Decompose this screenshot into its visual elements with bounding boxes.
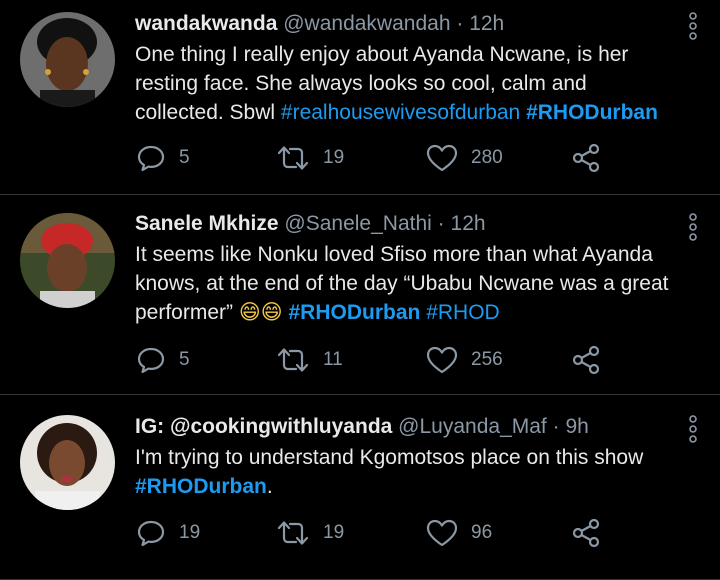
separator: · <box>552 415 560 438</box>
heart-icon <box>425 344 459 376</box>
share-button[interactable] <box>570 517 602 549</box>
display-name[interactable]: Sanele Mkhize <box>135 212 279 235</box>
reply-button[interactable]: 5 <box>135 344 190 376</box>
hashtag-link[interactable]: #realhousewivesofdurban <box>281 101 520 124</box>
reply-button[interactable]: 5 <box>135 142 190 174</box>
avatar[interactable] <box>20 12 115 107</box>
like-count: 256 <box>471 349 503 370</box>
tweet-text: It seems like Nonku loved Sfiso more tha… <box>135 240 676 327</box>
retweet-button[interactable]: 19 <box>275 142 344 174</box>
timestamp[interactable]: 12h <box>469 12 504 35</box>
tweet-actions: 5 11 256 <box>135 344 605 376</box>
tweet-actions: 5 19 280 <box>135 142 605 174</box>
like-button[interactable]: 96 <box>425 517 492 549</box>
display-name[interactable]: IG: @cookingwithluyanda <box>135 415 392 438</box>
retweet-icon <box>275 517 311 549</box>
heart-icon <box>425 517 459 549</box>
tweet-body: I'm trying to understand Kgomotsos place… <box>135 446 644 469</box>
tweet-text: One thing I really enjoy about Ayanda Nc… <box>135 40 676 127</box>
retweet-icon <box>275 142 311 174</box>
reply-count: 5 <box>179 349 190 370</box>
separator: · <box>456 12 464 35</box>
reply-icon <box>135 344 167 376</box>
separator: · <box>437 212 445 235</box>
user-handle[interactable]: @Luyanda_Maf <box>398 415 547 438</box>
timestamp[interactable]: 9h <box>565 415 588 438</box>
hashtag-link[interactable]: #RHODurban <box>289 301 421 324</box>
avatar[interactable] <box>20 415 115 510</box>
tweet-text: I'm trying to understand Kgomotsos place… <box>135 443 676 501</box>
display-name[interactable]: wandakwanda <box>135 12 277 35</box>
avatar[interactable] <box>20 213 115 308</box>
retweet-count: 19 <box>323 522 345 543</box>
reply-button[interactable]: 19 <box>135 517 200 549</box>
share-button[interactable] <box>570 142 602 174</box>
reply-count: 5 <box>179 147 190 168</box>
retweet-count: 19 <box>323 147 345 168</box>
more-vertical-icon[interactable] <box>688 213 698 241</box>
tweet[interactable]: IG: @cookingwithluyanda @Luyanda_Maf · 9… <box>0 395 720 580</box>
timestamp[interactable]: 12h <box>451 212 486 235</box>
tweet-header: IG: @cookingwithluyanda @Luyanda_Maf · 9… <box>135 413 676 441</box>
tweet-body-end: . <box>266 475 273 498</box>
emoji: 😄😄 <box>238 300 283 324</box>
retweet-button[interactable]: 19 <box>275 517 344 549</box>
like-button[interactable]: 256 <box>425 344 503 376</box>
hashtag-link[interactable]: #RHODurban <box>526 101 658 124</box>
reply-icon <box>135 142 167 174</box>
like-count: 280 <box>471 147 503 168</box>
user-handle[interactable]: @wandakwandah <box>283 12 450 35</box>
like-count: 96 <box>471 522 493 543</box>
user-handle[interactable]: @Sanele_Nathi <box>284 212 431 235</box>
tweet[interactable]: Sanele Mkhize @Sanele_Nathi · 12h It see… <box>0 195 720 395</box>
retweet-count: 11 <box>323 349 343 370</box>
heart-icon <box>425 142 459 174</box>
retweet-button[interactable]: 11 <box>275 344 343 376</box>
share-icon <box>570 517 602 549</box>
reply-icon <box>135 517 167 549</box>
share-icon <box>570 142 602 174</box>
share-button[interactable] <box>570 344 602 376</box>
like-button[interactable]: 280 <box>425 142 503 174</box>
more-vertical-icon[interactable] <box>688 12 698 40</box>
retweet-icon <box>275 344 311 376</box>
hashtag-link[interactable]: #RHODurban <box>135 475 267 498</box>
tweet-header: wandakwanda @wandakwandah · 12h <box>135 10 676 38</box>
hashtag-link[interactable]: #RHOD <box>426 301 500 324</box>
tweet-actions: 19 19 96 <box>135 517 605 549</box>
share-icon <box>570 344 602 376</box>
reply-count: 19 <box>179 522 201 543</box>
tweet-header: Sanele Mkhize @Sanele_Nathi · 12h <box>135 210 676 238</box>
tweet[interactable]: wandakwanda @wandakwandah · 12h One thin… <box>0 0 720 195</box>
more-vertical-icon[interactable] <box>688 415 698 443</box>
